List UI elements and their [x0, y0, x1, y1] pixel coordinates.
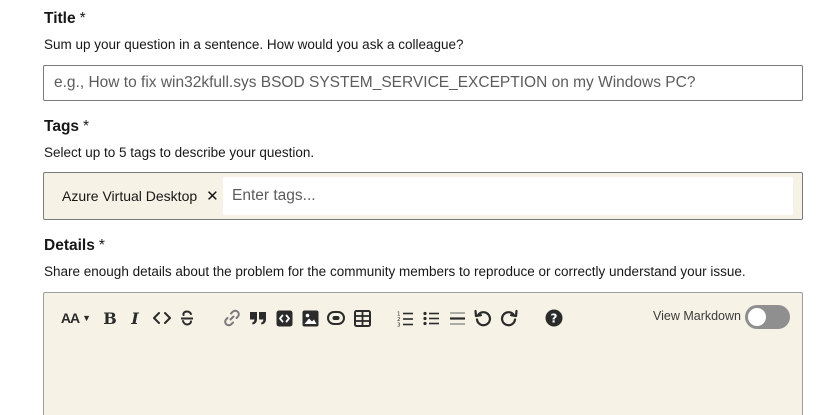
svg-text:3: 3 [397, 322, 401, 327]
required-mark: * [79, 10, 86, 27]
help-icon[interactable]: ? [543, 305, 565, 331]
title-input[interactable] [43, 65, 803, 101]
link-icon[interactable] [222, 305, 242, 331]
details-help-text: Share enough details about the problem f… [44, 264, 746, 279]
ordered-list-icon[interactable]: 123 [395, 305, 415, 331]
tag-chip: Azure Virtual Desktop ✕ [53, 177, 228, 215]
strikethrough-icon[interactable] [178, 305, 196, 331]
view-markdown-label: View Markdown [652, 309, 741, 323]
title-help-text: Sum up your question in a sentence. How … [44, 37, 464, 52]
details-label: Details * [44, 237, 105, 254]
italic-icon[interactable]: I [126, 305, 144, 331]
view-markdown-toggle[interactable] [745, 305, 790, 329]
editor-toolbar: AA ▼ B I 123 ? View Markdown [44, 305, 802, 331]
image-icon[interactable] [300, 305, 320, 331]
horizontal-rule-icon[interactable] [447, 305, 467, 331]
toggle-knob [748, 308, 766, 326]
title-label: Title * [44, 10, 86, 27]
tags-field[interactable]: Azure Virtual Desktop ✕ [43, 172, 803, 220]
undo-icon[interactable] [472, 305, 494, 331]
tags-input[interactable] [223, 177, 793, 215]
mention-icon[interactable] [326, 305, 346, 331]
font-size-icon[interactable]: AA ▼ [59, 305, 93, 331]
bold-icon[interactable]: B [101, 305, 119, 331]
details-editor[interactable]: AA ▼ B I 123 ? View Markdown [43, 292, 803, 415]
tags-label: Tags * [44, 118, 90, 135]
quote-icon[interactable] [248, 305, 268, 331]
redo-icon[interactable] [498, 305, 520, 331]
code-block-icon[interactable] [274, 305, 294, 331]
required-mark: * [98, 237, 105, 254]
svg-text:?: ? [551, 312, 558, 326]
bullet-list-icon[interactable] [421, 305, 441, 331]
required-mark: * [83, 118, 90, 135]
tag-label: Azure Virtual Desktop [62, 188, 198, 204]
tags-help-text: Select up to 5 tags to describe your que… [44, 145, 315, 160]
table-icon[interactable] [352, 305, 372, 331]
code-icon[interactable] [151, 305, 173, 331]
remove-tag-icon[interactable]: ✕ [206, 189, 219, 204]
